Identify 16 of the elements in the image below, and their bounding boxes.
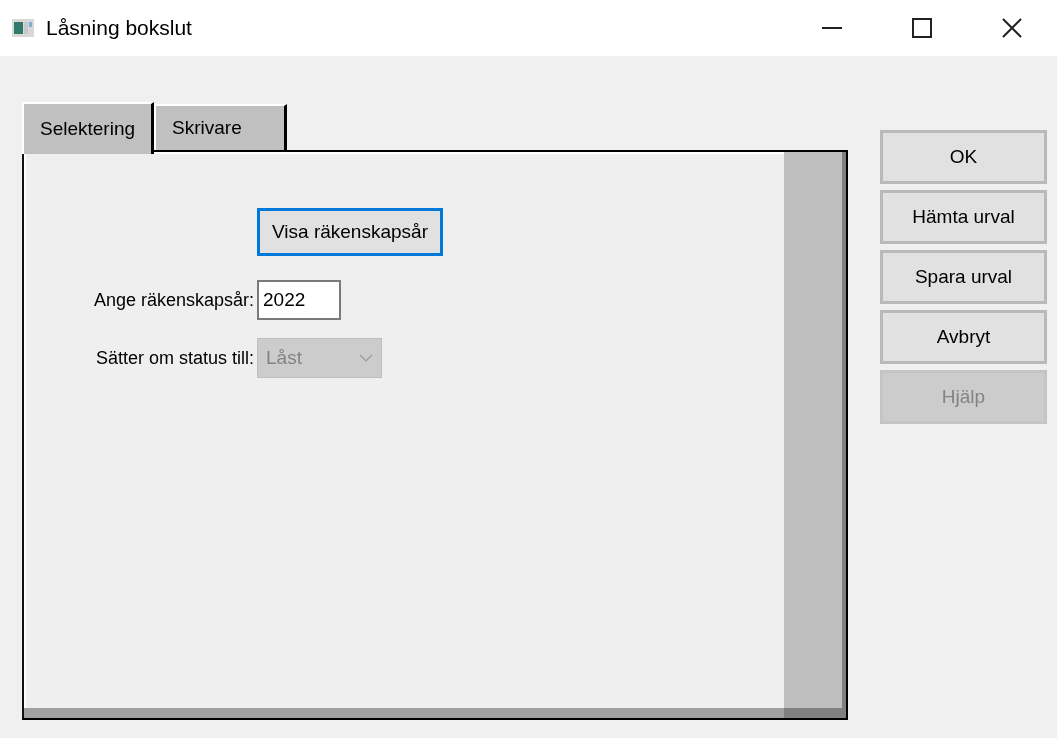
- dialog-button[interactable]: Spara urval: [880, 250, 1047, 304]
- maximize-icon: [912, 18, 932, 38]
- dialog-button[interactable]: Hämta urval: [880, 190, 1047, 244]
- field-label: Sätter om status till:: [95, 347, 254, 369]
- show-fiscal-years-button[interactable]: Visa räkenskapsår: [257, 208, 443, 256]
- app-icon: [12, 19, 34, 37]
- input-field[interactable]: 2022: [257, 280, 341, 320]
- close-icon: [1002, 18, 1022, 38]
- minimize-icon: [822, 27, 842, 29]
- tab[interactable]: Skrivare: [154, 104, 287, 150]
- dialog-button[interactable]: OK: [880, 130, 1047, 184]
- dialog-button[interactable]: Avbryt: [880, 310, 1047, 364]
- chevron-down-icon: [359, 354, 373, 362]
- window-title: Låsning bokslut: [46, 16, 192, 40]
- tab[interactable]: Selektering: [22, 102, 155, 154]
- field-label: Ange räkenskapsår:: [93, 289, 254, 311]
